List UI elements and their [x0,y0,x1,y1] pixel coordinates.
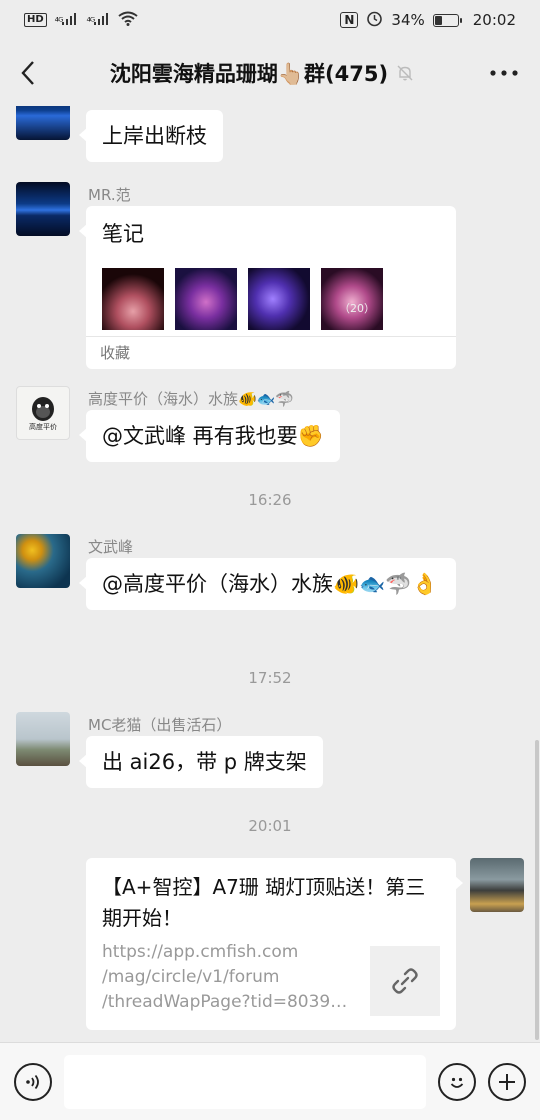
thumbnail-image: （20） [321,268,383,330]
more-button[interactable] [468,40,540,106]
link-title: 【A+智控】A7珊 瑚灯顶贴送！第三期开始！ [102,875,426,930]
clock: 20:02 [472,11,516,29]
link-body: https://app.cmfish.com /mag/circle/v1/fo… [102,940,440,1016]
sender-name: 高度平价（海水）水族🐠🐟🦈 [88,390,295,408]
status-bar: HD ⁴ᴳ ⁴ᴳ N 34% 20:02 [0,0,540,40]
message-input[interactable] [64,1054,426,1109]
back-button[interactable] [0,40,56,106]
message-text: @文武峰 再有我也要✊ [102,424,324,448]
message-list[interactable]: 上岸出断枝 MR.范 笔记 （20） 收藏 高度平价 高度平价（海水）水族🐠🐟🦈 [0,106,540,1042]
sender-name: MR.范 [88,186,131,204]
input-bar [0,1042,540,1120]
link-url: https://app.cmfish.com /mag/circle/v1/fo… [102,942,348,1012]
avatar[interactable] [16,106,70,140]
timestamp: 16:26 [248,491,292,509]
avatar[interactable]: 高度平价 [16,386,70,440]
link-icon [392,968,418,994]
message-bubble[interactable]: @文武峰 再有我也要✊ [79,410,340,462]
chat-title: 沈阳雲海精品珊瑚👆🏼群(475) [109,62,389,86]
avatar[interactable] [16,712,70,766]
favorite-thumbnails: （20） [102,268,440,330]
add-button[interactable] [488,1062,526,1101]
avatar[interactable] [16,534,70,588]
emoji-icon [450,1077,464,1088]
bell-off-icon [397,65,413,81]
avatar[interactable] [16,182,70,236]
chevron-left-icon [21,61,34,85]
message-bubble[interactable]: @高度平价（海水）水族🐠🐟🦈👌 [79,558,456,610]
link-thumbnail [370,946,440,1016]
more-icon [490,70,518,76]
thumbnail-image [175,268,237,330]
wifi-icon [118,11,138,30]
timestamp: 20:01 [248,817,292,835]
signal-icon: ⁴ᴳ [86,12,110,28]
hd-indicator: HD [24,13,47,27]
battery-percent: 34% [391,11,425,29]
chat-header: 沈阳雲海精品珊瑚👆🏼群(475) [0,40,540,106]
favorite-card[interactable]: 笔记 （20） 收藏 [79,206,456,369]
thumbnail-image [102,268,164,330]
signal-icon: ⁴ᴳ [55,12,79,28]
link-card[interactable]: 【A+智控】A7珊 瑚灯顶贴送！第三期开始！ https://app.cmfis… [86,858,463,1030]
alarm-icon [366,10,383,31]
plus-icon [499,1073,515,1090]
thumbnail-count: （20） [339,302,375,315]
thumbnail-image [248,268,310,330]
favorite-title: 笔记 [102,222,144,246]
avatar[interactable] [470,858,524,912]
message-bubble[interactable]: 出 ai26，带 p 牌支架 [79,736,323,788]
sender-name: 文武峰 [88,538,134,556]
sender-name: MC老猫（出售活石） [88,716,232,734]
nfc-icon: N [340,12,359,28]
favorite-label: 收藏 [86,336,456,363]
gorilla-logo-icon [32,396,54,421]
voice-icon [26,1074,39,1089]
message-text: @高度平价（海水）水族🐠🐟🦈👌 [102,572,438,596]
message-bubble[interactable]: 上岸出断枝 [79,110,223,162]
message-text: 上岸出断枝 [102,124,207,148]
timestamp: 17:52 [248,669,292,687]
chat-title-area[interactable]: 沈阳雲海精品珊瑚👆🏼群(475) [56,58,468,88]
battery-icon [432,13,462,27]
scrollbar[interactable] [535,740,539,1040]
voice-button[interactable] [14,1062,52,1101]
emoji-button[interactable] [438,1062,476,1101]
message-text: 出 ai26，带 p 牌支架 [102,750,307,774]
